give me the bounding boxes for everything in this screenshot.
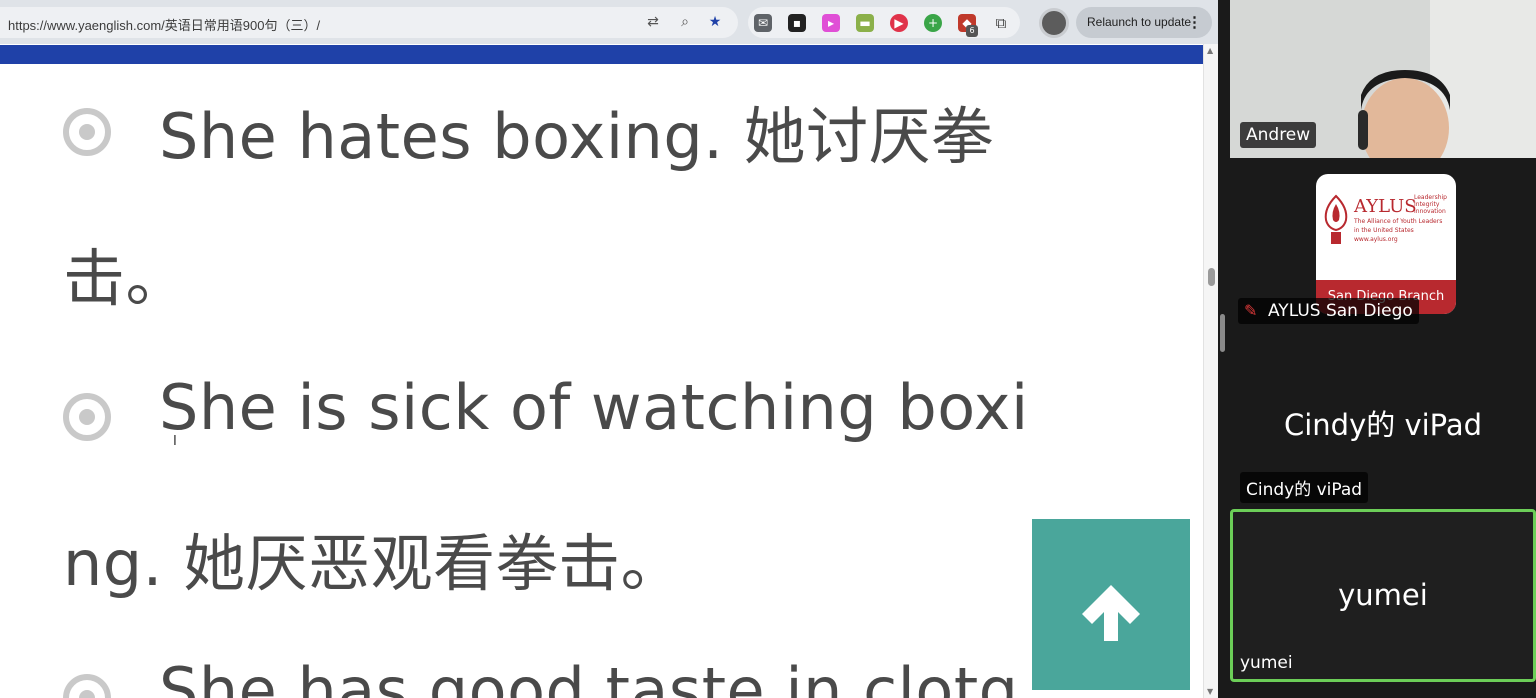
logo-website: www.aylus.org xyxy=(1354,236,1398,243)
extension-icon[interactable]: ▪ xyxy=(788,14,806,32)
lesson-content: She hates boxing. 她讨厌拳 击。 She is sick of… xyxy=(0,64,1203,698)
url-text[interactable]: https://www.yaenglish.com/英语日常用语900句（三）/ xyxy=(8,15,320,34)
participant-tile-andrew[interactable]: Andrew xyxy=(1230,0,1536,158)
logo-title: AYLUS xyxy=(1354,196,1417,217)
lesson-line: She is sick of watching boxi xyxy=(159,371,1029,444)
participant-name-label: AYLUS San Diego xyxy=(1268,301,1413,321)
participant-tile-aylus[interactable]: AYLUS Leadership Integrity Innovation Th… xyxy=(1230,160,1536,335)
relaunch-label: Relaunch to update xyxy=(1087,15,1192,29)
extensions-bar: ✉ ▪ ▸ ▬ ▶ + ◆ 6 ⧉ xyxy=(748,7,1020,38)
scroll-up-arrow-icon[interactable]: ▲ xyxy=(1207,46,1213,55)
lesson-line: She hates boxing. 她讨厌拳 xyxy=(159,100,994,173)
bullet-icon xyxy=(63,674,111,698)
logo-alliance: The Alliance of Youth Leaders xyxy=(1354,218,1443,225)
profile-avatar[interactable] xyxy=(1039,8,1069,38)
scroll-down-arrow-icon[interactable]: ▼ xyxy=(1207,687,1213,696)
add-extension-icon[interactable]: + xyxy=(924,14,942,32)
relaunch-button[interactable]: Relaunch to update ⋮ xyxy=(1076,7,1212,38)
aylus-logo: AYLUS Leadership Integrity Innovation Th… xyxy=(1316,174,1456,314)
participant-display-name: Cindy的 viPad xyxy=(1283,408,1483,442)
participant-name: Andrew xyxy=(1240,122,1317,148)
bookmark-star-icon[interactable]: ★ xyxy=(706,13,724,31)
panel-resize-handle[interactable] xyxy=(1220,314,1225,352)
text-cursor-icon: I xyxy=(173,434,177,449)
extension-badge: 6 xyxy=(966,25,978,37)
page-scrollbar[interactable]: ▲ ▼ xyxy=(1203,44,1218,698)
muted-mic-icon: ✎ xyxy=(1244,301,1258,320)
participant-display-name: yumei xyxy=(1338,578,1428,612)
back-to-top-button[interactable] xyxy=(1032,519,1190,690)
participant-name: Cindy的 viPad xyxy=(1240,472,1369,503)
participant-tile-cindy[interactable]: Cindy的 viPad Cindy的 viPad xyxy=(1230,340,1536,506)
bullet-icon xyxy=(63,393,111,441)
address-bar[interactable]: https://www.yaenglish.com/英语日常用语900句（三）/… xyxy=(0,7,738,38)
zoom-icon[interactable]: ⌕ xyxy=(676,13,694,31)
browser-toolbar: https://www.yaenglish.com/英语日常用语900句（三）/… xyxy=(0,0,1218,44)
video-participants-panel: Andrew AYLUS Leadership Integrity Innova… xyxy=(1218,0,1536,698)
video-extension-icon[interactable]: ▸ xyxy=(822,14,840,32)
play-extension-icon[interactable]: ▶ xyxy=(890,14,908,32)
puzzle-icon[interactable]: ⧉ xyxy=(992,14,1010,32)
participant-name: yumei xyxy=(1240,653,1293,673)
bullet-icon xyxy=(63,108,111,156)
browser-window: https://www.yaenglish.com/英语日常用语900句（三）/… xyxy=(0,0,1218,698)
participant-tile-yumei-active[interactable]: yumei yumei xyxy=(1230,509,1536,682)
logo-tagline: Integrity xyxy=(1414,201,1440,208)
torch-icon xyxy=(1324,194,1348,244)
site-header-bar xyxy=(0,45,1203,64)
logo-alliance: in the United States xyxy=(1354,227,1414,234)
translate-icon[interactable]: ⇄ xyxy=(644,13,662,31)
lesson-line: 击。 xyxy=(63,242,189,315)
participant-name: ✎ AYLUS San Diego xyxy=(1238,298,1419,324)
plant-extension-icon[interactable]: ▬ xyxy=(856,14,874,32)
logo-tagline: Innovation xyxy=(1414,208,1446,215)
mail-extension-icon[interactable]: ✉ xyxy=(754,14,772,32)
menu-dots-icon[interactable]: ⋮ xyxy=(1187,7,1202,38)
logo-tagline: Leadership xyxy=(1414,194,1447,201)
scrollbar-thumb[interactable] xyxy=(1208,268,1215,286)
arrow-up-icon xyxy=(1082,585,1140,641)
